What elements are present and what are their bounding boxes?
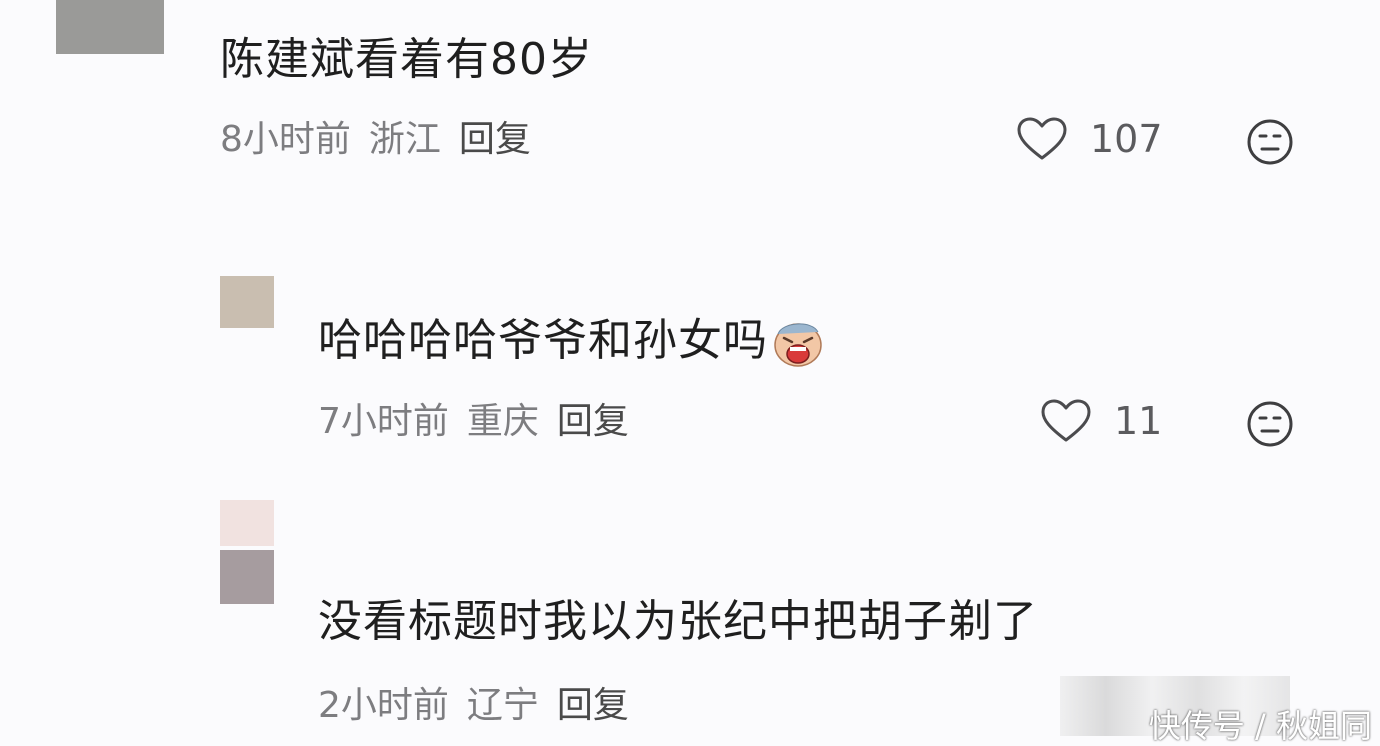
comment-time: 2小时前 bbox=[318, 685, 449, 726]
comment-location: 辽宁 bbox=[466, 685, 539, 726]
comment-meta: 7小时前 重庆 回复 bbox=[318, 404, 647, 440]
comment-text: 哈哈哈哈爷爷和孙女吗 bbox=[318, 318, 824, 368]
avatar[interactable] bbox=[56, 0, 164, 54]
heart-outline-icon bbox=[1017, 117, 1067, 160]
comment-meta: 2小时前 辽宁 回复 bbox=[318, 688, 647, 724]
comment-time: 7小时前 bbox=[318, 401, 449, 442]
like-count: 11 bbox=[1114, 399, 1163, 443]
neutral-face-icon[interactable] bbox=[1246, 118, 1294, 166]
comment-meta: 8小时前 浙江 回复 bbox=[220, 122, 549, 158]
reply-button[interactable]: 回复 bbox=[459, 119, 531, 160]
comment-text: 没看标题时我以为张纪中把胡子剃了 bbox=[318, 596, 1038, 647]
like-count: 107 bbox=[1090, 117, 1163, 161]
avatar[interactable] bbox=[220, 550, 274, 604]
reply-button[interactable]: 回复 bbox=[557, 685, 629, 726]
neutral-face-icon[interactable] bbox=[1246, 400, 1294, 448]
watermark: 快传号 / 秋姐同 bbox=[1148, 707, 1372, 745]
avatar[interactable] bbox=[220, 276, 274, 328]
laughing-crying-emoji-icon bbox=[774, 323, 822, 367]
comment-time: 8小时前 bbox=[220, 119, 351, 160]
comment-text: 陈建斌看着有80岁 bbox=[220, 34, 593, 85]
like-button[interactable]: 107 bbox=[1016, 116, 1163, 162]
like-button[interactable]: 11 bbox=[1040, 398, 1162, 444]
reply-button[interactable]: 回复 bbox=[557, 401, 629, 442]
avatar-partial bbox=[220, 500, 274, 546]
comment-location: 重庆 bbox=[466, 401, 539, 442]
comment-location: 浙江 bbox=[368, 119, 441, 160]
heart-outline-icon bbox=[1041, 399, 1091, 442]
comment-body: 哈哈哈哈爷爷和孙女吗 bbox=[318, 315, 768, 366]
